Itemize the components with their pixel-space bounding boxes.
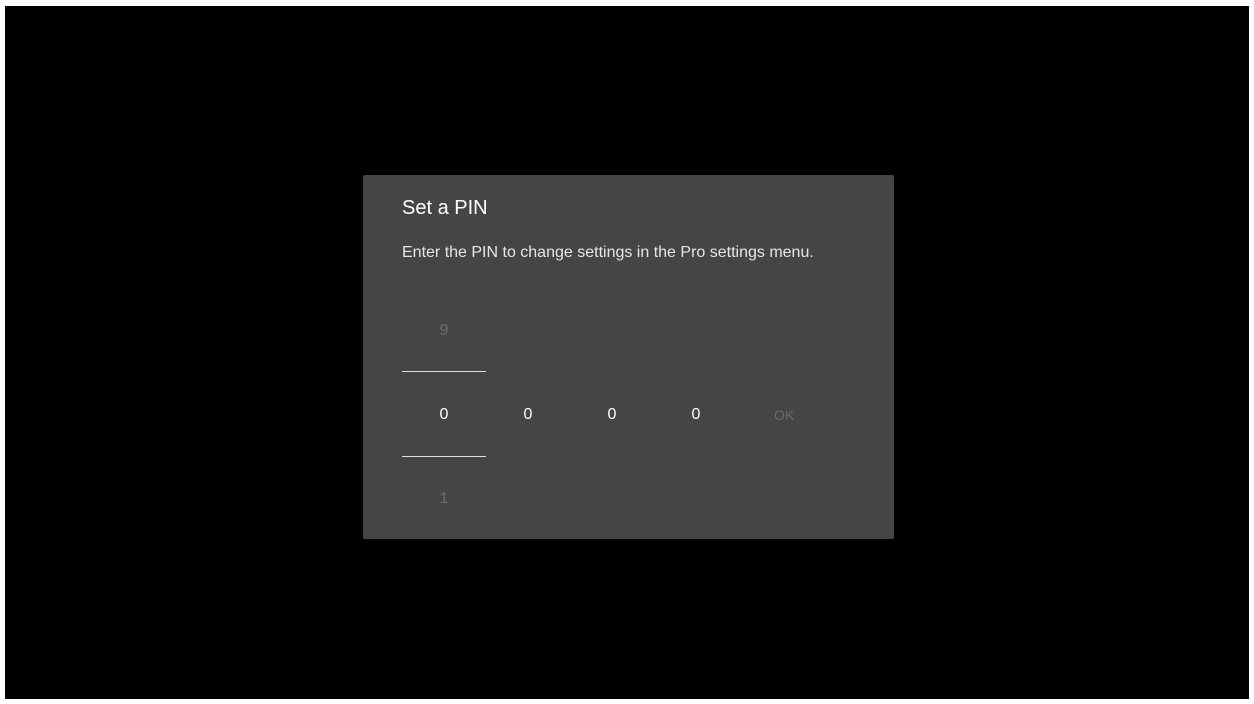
pin-previous-value[interactable]: 9 <box>402 322 486 340</box>
pin-digit-1[interactable]: 0 <box>402 406 486 426</box>
ok-button[interactable]: OK <box>774 407 794 423</box>
dialog-description: Enter the PIN to change settings in the … <box>402 244 814 261</box>
set-pin-dialog: Set a PIN Enter the PIN to change settin… <box>363 175 894 539</box>
dialog-title: Set a PIN <box>402 197 488 219</box>
tv-screen: Set a PIN Enter the PIN to change settin… <box>5 6 1249 699</box>
pin-digit-4[interactable]: 0 <box>654 406 738 426</box>
pin-next-value[interactable]: 1 <box>402 490 486 508</box>
selection-line-top <box>402 371 486 372</box>
selection-line-bottom <box>402 456 486 457</box>
pin-digit-2[interactable]: 0 <box>486 406 570 426</box>
pin-digit-3[interactable]: 0 <box>570 406 654 426</box>
